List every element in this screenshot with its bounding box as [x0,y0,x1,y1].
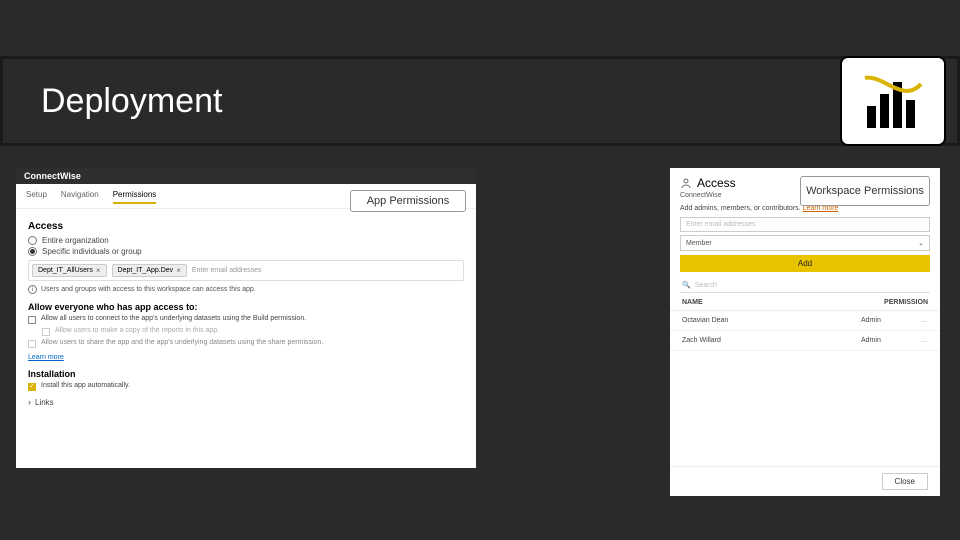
radio-icon-selected [28,247,37,256]
checkbox-icon [28,340,36,348]
access-heading: Access [28,221,464,232]
allow-heading: Allow everyone who has app access to: [28,302,464,312]
panel-app-title: ConnectWise [16,168,476,184]
access-title: Access [697,176,736,190]
bar-chart-icon [863,74,923,132]
slide-header: Deployment [0,56,960,146]
col-name: NAME [682,299,884,306]
page-title: Deployment [41,82,222,121]
member-name: Zach Willard [682,337,861,344]
callout-workspace-permissions: Workspace Permissions [800,176,930,206]
checkbox-build-permission[interactable]: Allow all users to connect to the app's … [28,315,464,324]
tab-permissions[interactable]: Permissions [113,190,157,204]
add-button[interactable]: Add [680,255,930,272]
checkbox-share-permission[interactable]: Allow users to share the app and the app… [28,339,464,348]
info-note: i Users and groups with access to this w… [28,285,464,294]
member-permission: Admin [861,317,921,324]
tab-navigation[interactable]: Navigation [61,190,99,204]
close-button[interactable]: Close [882,473,928,490]
app-permissions-panel: ConnectWise Setup Navigation Permissions… [16,168,476,468]
close-icon[interactable]: × [176,266,181,275]
chip-group[interactable]: Dept_IT_AllUsers × [32,264,107,277]
table-header: NAME PERMISSION [670,295,940,311]
panel-footer: Close [670,466,940,496]
checkbox-icon [28,316,36,324]
info-icon: i [28,285,37,294]
radio-icon [28,236,37,245]
workspace-access-panel: Access ConnectWise Add admins, members, … [670,168,940,496]
tab-setup[interactable]: Setup [26,190,47,204]
learn-more-link[interactable]: Learn more [803,205,839,212]
chevron-right-icon: › [28,397,31,407]
checkbox-copy-reports[interactable]: Allow users to make a copy of the report… [42,327,464,336]
powerbi-logo [840,56,946,146]
chip-placeholder: Enter email addresses [192,267,262,274]
radio-specific[interactable]: Specific individuals or group [28,247,464,256]
search-icon: 🔍 [682,281,691,289]
row-menu-icon[interactable]: … [921,337,928,344]
close-icon[interactable]: × [96,266,101,275]
links-expander[interactable]: › Links [28,397,464,407]
chip-group[interactable]: Dept_IT_App.Dev × [112,264,187,277]
search-input[interactable]: 🔍 Search [680,278,930,293]
role-select[interactable]: Member ⌄ [680,235,930,251]
table-row: Zach Willard Admin … [670,331,940,351]
callout-app-permissions: App Permissions [350,190,466,212]
installation-heading: Installation [28,369,464,379]
table-row: Octavian Dean Admin … [670,311,940,331]
radio-entire-org[interactable]: Entire organization [28,236,464,245]
checkbox-install-auto[interactable]: Install this app automatically. [28,382,464,391]
member-permission: Admin [861,337,921,344]
chevron-down-icon: ⌄ [918,239,924,247]
checkbox-icon-checked [28,383,36,391]
email-input[interactable]: Enter email addresses [680,217,930,232]
person-icon [680,177,692,189]
row-menu-icon[interactable]: … [921,317,928,324]
checkbox-icon [42,328,50,336]
people-input[interactable]: Dept_IT_AllUsers × Dept_IT_App.Dev × Ent… [28,260,464,281]
col-permission: PERMISSION [884,299,928,306]
member-name: Octavian Dean [682,317,861,324]
learn-more-link[interactable]: Learn more [28,354,64,361]
